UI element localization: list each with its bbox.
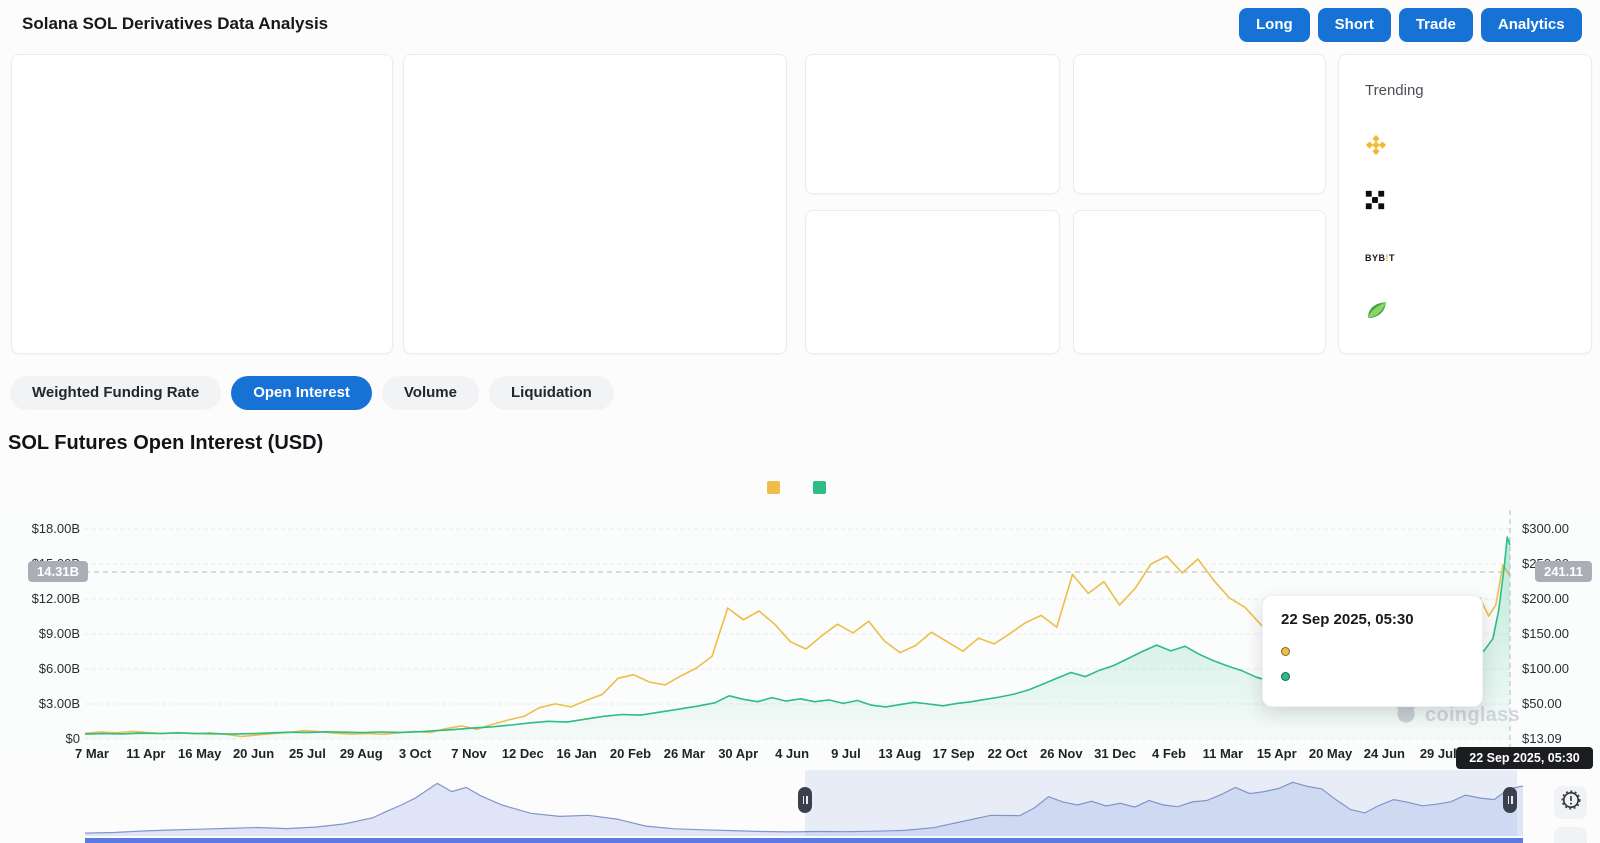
stat-row [38, 247, 366, 269]
right-axis-tick: $300.00 [1522, 521, 1569, 536]
stat-row [38, 137, 366, 159]
ratio-row [430, 126, 760, 168]
right-axis-tick: $13.09 [1522, 731, 1562, 746]
stat-row [38, 82, 366, 104]
right-axis-tick: $200.00 [1522, 591, 1569, 606]
chart-tabs: Weighted Funding Rate Open Interest Volume… [10, 376, 614, 410]
series-dot-icon [1281, 672, 1290, 681]
header-actions: Long Short Trade Analytics [1239, 8, 1582, 42]
navigator-bottom-bar [85, 838, 1523, 843]
trending-title: Trending [1365, 82, 1424, 99]
right-axis-tick: $150.00 [1522, 626, 1569, 641]
secondary-action-button[interactable] [1554, 827, 1587, 843]
header-button-trade[interactable]: Trade [1398, 8, 1473, 42]
ratio-row [430, 181, 760, 223]
trending-card: Trending BYB!T [1338, 54, 1592, 354]
crosshair-left-badge: 14.31B [28, 561, 88, 582]
ratio-row [430, 291, 760, 333]
bybit-icon: BYB!T [1365, 253, 1396, 263]
left-axis-tick: $0 [65, 731, 80, 746]
tab-volume[interactable]: Volume [381, 376, 479, 410]
right-axis-tick: $50.00 [1522, 696, 1562, 711]
left-axis-tick: $3.00B [38, 696, 80, 711]
rekt-card-24h [1073, 210, 1326, 354]
derivatives-dashboard: Solana SOL Derivatives Data Analysis Lon… [0, 0, 1600, 843]
trending-exchange-binance[interactable] [1365, 134, 1399, 161]
rekt-total-row [1100, 231, 1299, 253]
ratio-row [430, 236, 760, 278]
legend-swatch-icon [813, 481, 826, 494]
long-short-ratios-card [403, 54, 787, 354]
left-axis-tick: $9.00B [38, 626, 80, 641]
rekt-short-row [832, 309, 1033, 331]
market-stats-card [11, 54, 393, 354]
legend-item-open-interest[interactable] [813, 481, 833, 494]
rekt-total-row [832, 75, 1033, 97]
trending-exchange-okx[interactable] [1365, 190, 1397, 214]
binance-icon [1365, 134, 1387, 161]
legend-swatch-icon [767, 481, 780, 494]
navigator-selection[interactable] [805, 770, 1517, 836]
rekt-long-row [832, 270, 1033, 292]
navigator-right-handle-icon[interactable] [1503, 787, 1517, 813]
rekt-short-row [1100, 309, 1299, 331]
left-axis-tick: $6.00B [38, 661, 80, 676]
bitfinex-icon [1365, 298, 1389, 327]
rekt-total-row [832, 231, 1033, 253]
rekt-card-1h [805, 54, 1060, 194]
crosshair-right-badge: 241.11 [1535, 561, 1592, 582]
rekt-long-row [1100, 114, 1299, 136]
oi-price-chart[interactable]: $18.00B$15.00B$12.00B$9.00B$6.00B$3.00B$… [0, 500, 1600, 769]
rekt-total-row [1100, 75, 1299, 97]
tooltip-row [1281, 664, 1464, 689]
tooltip-date: 22 Sep 2025, 05:30 [1281, 611, 1414, 628]
trending-exchange-bybit[interactable]: BYB!T [1365, 245, 1407, 269]
right-axis-tick: $100.00 [1522, 661, 1569, 676]
chart-settings-button[interactable] [1554, 786, 1587, 819]
page-title: Solana SOL Derivatives Data Analysis [22, 14, 329, 33]
tooltip-row [1281, 639, 1464, 664]
left-axis-tick: $18.00B [31, 521, 80, 536]
rekt-short-row [1100, 153, 1299, 175]
navigator-left-handle-icon[interactable] [798, 787, 812, 813]
left-axis-tick: $12.00B [31, 591, 80, 606]
rekt-card-4h [1073, 54, 1326, 194]
okx-icon [1365, 190, 1385, 215]
series-dot-icon [1281, 647, 1290, 656]
trending-exchange-bitfinex[interactable] [1365, 300, 1401, 324]
chart-tooltip: 22 Sep 2025, 05:30 [1262, 595, 1483, 707]
legend-item-sol-price[interactable] [767, 481, 787, 494]
ratio-row [430, 71, 760, 113]
rekt-card-12h [805, 210, 1060, 354]
chart-legend [0, 481, 1600, 494]
tab-liquidation[interactable]: Liquidation [488, 376, 614, 410]
header-button-long[interactable]: Long [1239, 8, 1310, 42]
rekt-long-row [1100, 270, 1299, 292]
watermark-text: coinglass [1425, 704, 1520, 726]
rekt-short-row [832, 153, 1033, 175]
stat-row [38, 192, 366, 214]
tab-open-interest[interactable]: Open Interest [231, 376, 372, 410]
header-button-short[interactable]: Short [1317, 8, 1391, 42]
gear-alert-icon [1560, 790, 1581, 815]
header-button-analytics[interactable]: Analytics [1480, 8, 1582, 42]
tab-weighted-funding-rate[interactable]: Weighted Funding Rate [10, 376, 222, 410]
chart-navigator[interactable] [0, 765, 1600, 843]
chart-section-title: SOL Futures Open Interest (USD) [8, 432, 324, 454]
rekt-long-row [832, 114, 1033, 136]
